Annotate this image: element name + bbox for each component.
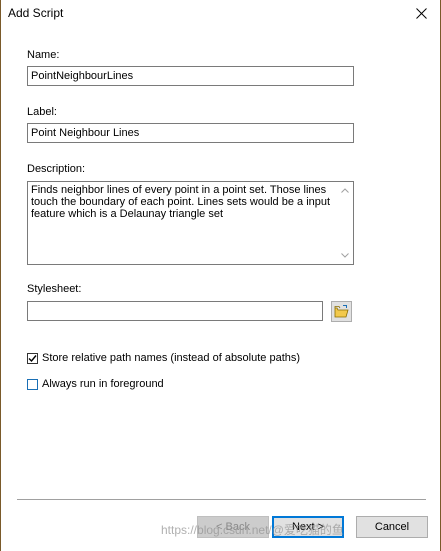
window-title: Add Script bbox=[8, 6, 64, 20]
scroll-down-arrow-icon bbox=[340, 253, 349, 258]
close-icon bbox=[415, 7, 427, 19]
label-label: Label: bbox=[27, 106, 57, 118]
foreground-option[interactable]: Always run in foreground bbox=[27, 378, 164, 390]
description-text: Finds neighbor lines of every point in a… bbox=[31, 184, 331, 220]
foreground-label: Always run in foreground bbox=[42, 378, 164, 390]
scroll-up-arrow-icon bbox=[340, 188, 349, 193]
relative-paths-label: Store relative path names (instead of ab… bbox=[42, 352, 301, 364]
stylesheet-label: Stylesheet: bbox=[27, 283, 82, 295]
label-input[interactable]: Point Neighbour Lines bbox=[27, 123, 354, 143]
title-bar: Add Script bbox=[1, 0, 440, 28]
check-icon bbox=[28, 354, 37, 362]
description-label: Description: bbox=[27, 163, 86, 175]
button-separator bbox=[17, 499, 426, 500]
scroll-up-button[interactable] bbox=[336, 182, 353, 199]
cancel-button[interactable]: Cancel bbox=[356, 516, 428, 538]
watermark-text: https://blog.csdn.net/@爱吃猫的鱼 bbox=[161, 523, 344, 537]
scroll-down-button[interactable] bbox=[336, 247, 353, 264]
name-input[interactable]: PointNeighbourLines bbox=[27, 66, 354, 86]
description-textarea[interactable]: Finds neighbor lines of every point in a… bbox=[27, 181, 354, 265]
browse-stylesheet-button[interactable] bbox=[331, 301, 352, 322]
close-button[interactable] bbox=[408, 2, 434, 24]
name-label: Name: bbox=[27, 49, 60, 61]
stylesheet-input[interactable] bbox=[27, 301, 323, 321]
foreground-checkbox[interactable] bbox=[27, 378, 38, 390]
description-scrollbar[interactable] bbox=[336, 182, 353, 264]
add-script-dialog: Add Script Name: PointNeighbourLines Lab… bbox=[0, 0, 441, 551]
open-folder-icon bbox=[334, 305, 349, 318]
relative-paths-checkbox[interactable] bbox=[27, 352, 38, 364]
relative-paths-option[interactable]: Store relative path names (instead of ab… bbox=[27, 352, 300, 364]
